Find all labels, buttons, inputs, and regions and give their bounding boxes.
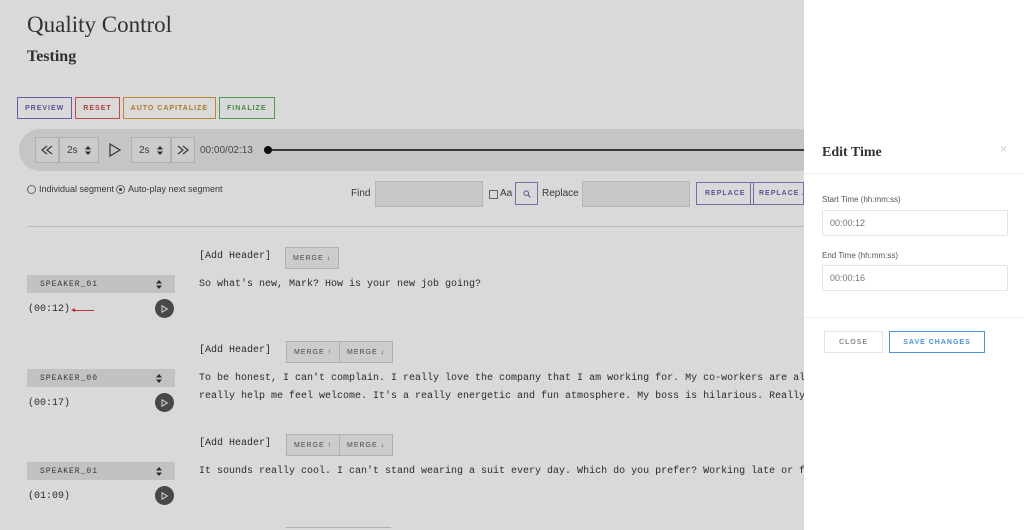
select-arrows-icon bbox=[157, 145, 163, 155]
segment-text[interactable]: It sounds really cool. I can't stand wea… bbox=[199, 463, 804, 481]
preview-button[interactable]: PREVIEW bbox=[17, 97, 73, 119]
forward-step-select[interactable]: 2s bbox=[131, 137, 171, 163]
transcript-segment: [Add Header] MERGE ↑ MERGE ↓ SPEAKER_00 … bbox=[0, 341, 804, 436]
section-divider bbox=[27, 226, 807, 227]
end-time-label: End Time (hh:mm:ss) bbox=[822, 251, 899, 260]
current-time: 00:00 bbox=[200, 145, 226, 156]
add-header-link[interactable]: [Add Header] bbox=[199, 251, 271, 262]
select-arrows-icon bbox=[156, 466, 162, 476]
search-icon bbox=[522, 189, 531, 198]
speaker-select[interactable]: SPEAKER_00 bbox=[27, 369, 175, 387]
progress-track[interactable] bbox=[267, 149, 827, 151]
speaker-label: SPEAKER_00 bbox=[40, 373, 99, 383]
add-header-link[interactable]: [Add Header] bbox=[199, 345, 271, 356]
end-time-input[interactable] bbox=[822, 265, 1008, 291]
reset-button[interactable]: RESET bbox=[75, 97, 120, 119]
start-time-label: Start Time (hh:mm:ss) bbox=[822, 195, 901, 204]
merge-down-button[interactable]: MERGE ↓ bbox=[339, 434, 394, 456]
audio-player: 2s 2s 00:00/02:13 bbox=[19, 129, 827, 171]
speaker-label: SPEAKER_01 bbox=[40, 279, 99, 289]
edit-time-modal: Edit Time × Start Time (hh:mm:ss) End Ti… bbox=[804, 0, 1024, 530]
close-button[interactable]: CLOSE bbox=[824, 331, 883, 353]
play-icon bbox=[161, 491, 168, 500]
forward-step-value: 2s bbox=[139, 144, 150, 156]
match-case-label: Aa bbox=[500, 188, 513, 199]
segment-text[interactable]: To be honest, I can't complain. I really… bbox=[199, 370, 804, 406]
segment-text-line: To be honest, I can't complain. I really… bbox=[199, 373, 804, 384]
individual-segment-radio[interactable] bbox=[27, 184, 36, 194]
close-icon[interactable]: × bbox=[1000, 142, 1007, 156]
segment-play-button[interactable] bbox=[155, 393, 174, 412]
merge-up-button[interactable]: MERGE ↑ bbox=[286, 434, 341, 456]
forward-button[interactable] bbox=[171, 137, 195, 163]
auto-play-option[interactable]: Auto-play next segment bbox=[116, 184, 223, 194]
segment-time[interactable]: (00:12) bbox=[28, 304, 70, 315]
speaker-select[interactable]: SPEAKER_01 bbox=[27, 275, 175, 293]
rewind-step-select[interactable]: 2s bbox=[59, 137, 99, 163]
save-changes-button[interactable]: SAVE CHANGES bbox=[889, 331, 985, 353]
select-arrows-icon bbox=[156, 373, 162, 383]
modal-title: Edit Time bbox=[822, 145, 882, 160]
segment-time[interactable]: (00:17) bbox=[28, 398, 70, 409]
individual-segment-option[interactable]: Individual segment bbox=[27, 184, 114, 194]
progress-knob[interactable] bbox=[264, 146, 272, 154]
finalize-button[interactable]: FINALIZE bbox=[219, 97, 275, 119]
player-timecode: 00:00/02:13 bbox=[200, 145, 253, 156]
replace-all-button[interactable]: REPLACE ALL bbox=[750, 182, 804, 205]
merge-up-button[interactable]: MERGE ↑ bbox=[286, 341, 341, 363]
find-label: Find bbox=[351, 188, 371, 199]
auto-play-label: Auto-play next segment bbox=[128, 184, 223, 194]
segment-text-line: So what's new, Mark? How is your new job… bbox=[199, 279, 482, 290]
segment-text[interactable]: So what's new, Mark? How is your new job… bbox=[199, 276, 804, 294]
transcript-segment: [Add Header] MERGE ↑ MERGE ↓ SPEAKER_01 … bbox=[0, 434, 804, 529]
start-time-input[interactable] bbox=[822, 210, 1008, 236]
play-icon bbox=[109, 142, 122, 158]
modal-header-divider bbox=[804, 173, 1024, 174]
replace-button[interactable]: REPLACE bbox=[696, 182, 755, 205]
select-arrows-icon bbox=[156, 279, 162, 289]
active-time-marker bbox=[71, 308, 94, 312]
segment-text-line: really help me feel welcome. It's a real… bbox=[199, 391, 804, 402]
page-title: Quality Control bbox=[27, 12, 173, 37]
page-subtitle: Testing bbox=[27, 48, 77, 65]
select-arrows-icon bbox=[85, 145, 91, 155]
play-icon bbox=[161, 398, 168, 407]
add-header-link[interactable]: [Add Header] bbox=[199, 438, 271, 449]
auto-play-radio[interactable] bbox=[116, 184, 125, 194]
auto-capitalize-button[interactable]: AUTO CAPITALIZE bbox=[122, 97, 216, 119]
find-input[interactable] bbox=[375, 181, 483, 207]
individual-segment-label: Individual segment bbox=[39, 184, 115, 194]
play-icon bbox=[161, 304, 168, 313]
segment-play-button[interactable] bbox=[155, 299, 174, 318]
merge-down-button[interactable]: MERGE ↓ bbox=[285, 247, 340, 269]
segment-play-button[interactable] bbox=[155, 486, 174, 505]
match-case-checkbox[interactable] bbox=[489, 190, 498, 199]
segment-text-line: It sounds really cool. I can't stand wea… bbox=[199, 466, 804, 477]
rewind-icon bbox=[41, 145, 53, 155]
rewind-step-value: 2s bbox=[67, 144, 78, 156]
action-toolbar: PREVIEW RESET AUTO CAPITALIZE FINALIZE bbox=[17, 97, 275, 119]
transcript-segment: [Add Header] MERGE ↓ SPEAKER_01 (00:12) … bbox=[0, 247, 804, 342]
merge-down-button[interactable]: MERGE ↓ bbox=[339, 341, 394, 363]
speaker-label: SPEAKER_01 bbox=[40, 466, 99, 476]
replace-input[interactable] bbox=[582, 181, 690, 207]
speaker-select[interactable]: SPEAKER_01 bbox=[27, 462, 175, 480]
modal-footer-divider bbox=[804, 317, 1024, 318]
search-button[interactable] bbox=[515, 182, 538, 205]
duration: 02:13 bbox=[227, 145, 253, 156]
segment-time[interactable]: (01:09) bbox=[28, 491, 70, 502]
fast-forward-icon bbox=[177, 145, 189, 155]
play-button[interactable] bbox=[109, 142, 123, 158]
rewind-button[interactable] bbox=[35, 137, 59, 163]
replace-label: Replace bbox=[542, 188, 579, 199]
